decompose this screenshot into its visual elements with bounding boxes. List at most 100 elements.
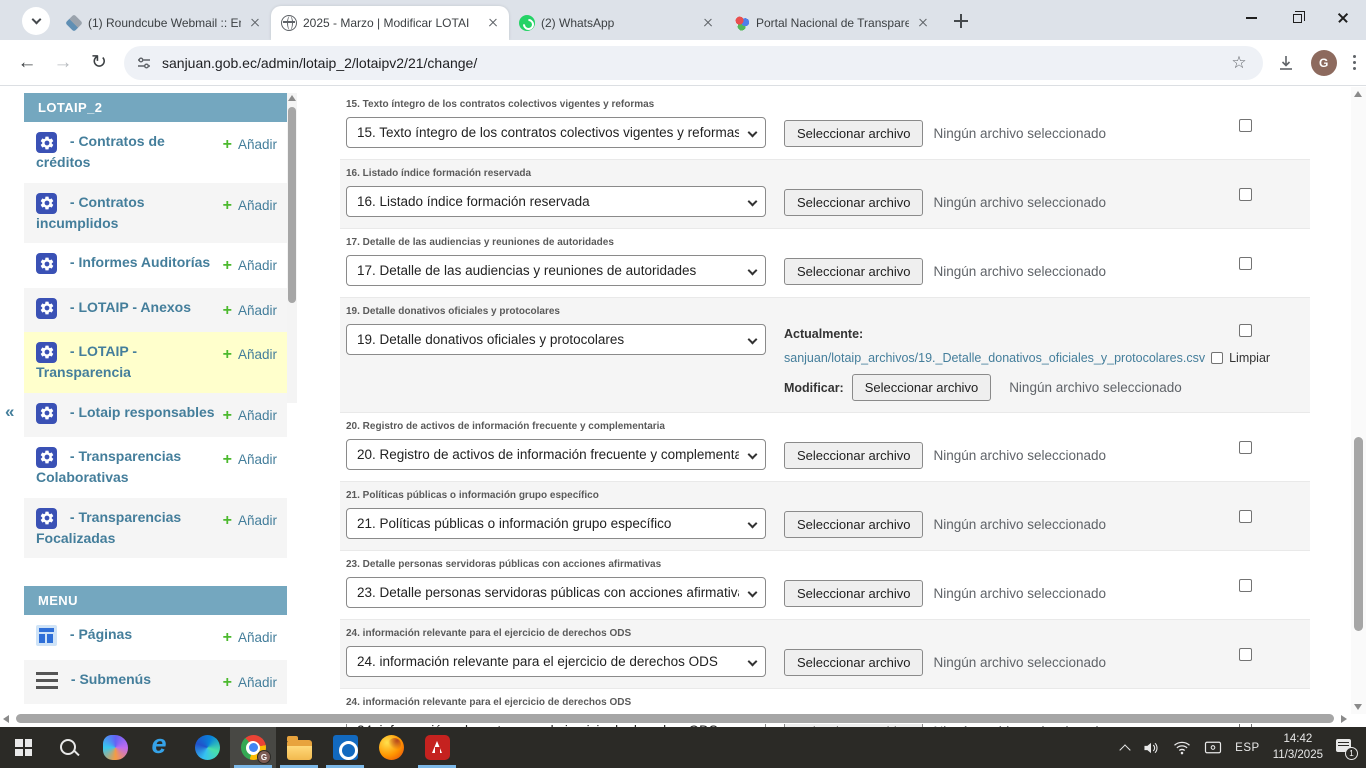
clear-checkbox[interactable] — [1211, 352, 1223, 364]
select-file-button[interactable]: Seleccionar archivo — [784, 442, 923, 469]
sidebar-item-label[interactable]: - Lotaip responsables — [70, 404, 215, 420]
add-link[interactable]: + Añadir — [223, 195, 277, 217]
browser-tab[interactable]: Portal Nacional de Transparenc — [724, 6, 939, 40]
add-link[interactable]: + Añadir — [223, 344, 277, 366]
add-link[interactable]: + Añadir — [223, 510, 277, 532]
scrollbar-thumb[interactable] — [16, 714, 1334, 723]
row-checkbox[interactable] — [1239, 579, 1252, 592]
scroll-up-arrow[interactable] — [1354, 91, 1362, 97]
item-select[interactable]: 24. información relevante para el ejerci… — [346, 646, 766, 677]
add-link[interactable]: + Añadir — [223, 134, 277, 156]
taskbar-chrome-button[interactable]: G — [230, 727, 276, 768]
tab-close-icon[interactable] — [700, 15, 716, 31]
sidebar-scrollbar[interactable] — [287, 93, 297, 403]
copilot-icon — [103, 735, 128, 760]
refresh-button[interactable]: ↻ — [84, 48, 114, 78]
row-checkbox[interactable] — [1239, 510, 1252, 523]
sidebar-section: MENU + Añadir - Páginas + Añadir - Subme… — [24, 586, 287, 704]
wifi-icon[interactable] — [1173, 740, 1191, 755]
language-indicator[interactable]: ESP — [1235, 742, 1260, 754]
select-file-button[interactable]: Seleccionar archivo — [784, 580, 923, 607]
scroll-right-arrow[interactable] — [1341, 715, 1347, 723]
taskbar-acrobat-button[interactable] — [414, 727, 460, 768]
restore-button[interactable] — [1274, 0, 1320, 36]
chevron-down-icon — [748, 335, 758, 345]
add-link[interactable]: + Añadir — [223, 672, 277, 694]
add-link[interactable]: + Añadir — [223, 300, 277, 322]
profile-avatar[interactable]: G — [1311, 50, 1337, 76]
sidebar-item-label[interactable]: - Transparencias Colaborativas — [36, 448, 181, 485]
sidebar-item-label[interactable]: - Submenús — [71, 671, 151, 687]
select-file-button[interactable]: Seleccionar archivo — [852, 374, 991, 401]
sidebar-item-label[interactable]: - Páginas — [70, 626, 132, 642]
scroll-up-arrow[interactable] — [288, 95, 296, 101]
forward-button[interactable]: → — [48, 48, 78, 78]
add-link[interactable]: + Añadir — [223, 405, 277, 427]
bookmark-star-icon[interactable]: ☆ — [1231, 53, 1246, 73]
browser-tab[interactable]: (1) Roundcube Webmail :: Entra — [56, 6, 271, 40]
sidebar-item-label[interactable]: - LOTAIP - Anexos — [70, 299, 191, 315]
taskbar-explorer-button[interactable] — [276, 727, 322, 768]
row-checkbox[interactable] — [1239, 648, 1252, 661]
chevron-down-icon — [748, 588, 758, 598]
add-link[interactable]: + Añadir — [223, 255, 277, 277]
volume-icon[interactable] — [1142, 740, 1160, 756]
taskbar-ie-button[interactable] — [138, 727, 184, 768]
row-checkbox[interactable] — [1239, 119, 1252, 132]
select-file-button[interactable]: Seleccionar archivo — [784, 649, 923, 676]
scrollbar-thumb[interactable] — [1354, 437, 1363, 631]
taskbar-outlook-button[interactable] — [322, 727, 368, 768]
row-checkbox[interactable] — [1239, 188, 1252, 201]
taskbar-search-button[interactable] — [46, 727, 92, 768]
taskbar-firefox-button[interactable] — [368, 727, 414, 768]
back-button[interactable]: ← — [12, 48, 42, 78]
add-link[interactable]: + Añadir — [223, 627, 277, 649]
display-icon[interactable] — [1204, 740, 1222, 755]
sidebar-collapse-button[interactable]: « — [5, 402, 14, 422]
browser-menu-icon[interactable] — [1353, 55, 1356, 70]
browser-tab[interactable]: 2025 - Marzo | Modificar LOTAI — [271, 6, 509, 40]
taskbar-start-button[interactable] — [0, 727, 46, 768]
sidebar-item-label[interactable]: - Transparencias Focalizadas — [36, 509, 181, 546]
current-file-link[interactable]: sanjuan/lotaip_archivos/19._Detalle_dona… — [784, 351, 1205, 365]
select-file-button[interactable]: Seleccionar archivo — [784, 189, 923, 216]
select-file-button[interactable]: Seleccionar archivo — [784, 258, 923, 285]
row-checkbox[interactable] — [1239, 324, 1252, 337]
tray-expand-icon[interactable] — [1120, 744, 1131, 755]
item-select[interactable]: 16. Listado índice formación reservada — [346, 186, 766, 217]
notification-center-icon[interactable]: 1 — [1336, 739, 1356, 757]
tab-close-icon[interactable] — [247, 15, 263, 31]
sidebar-item-label[interactable]: - Informes Auditorías — [70, 254, 210, 270]
scroll-left-arrow[interactable] — [3, 715, 9, 723]
select-file-button[interactable]: Seleccionar archivo — [784, 511, 923, 538]
close-button[interactable] — [1320, 0, 1366, 36]
row-checkbox[interactable] — [1239, 441, 1252, 454]
select-file-button[interactable]: Seleccionar archivo — [784, 120, 923, 147]
minimize-button[interactable] — [1228, 0, 1274, 36]
taskbar-clock[interactable]: 14:42 11/3/2025 — [1273, 732, 1323, 763]
item-select[interactable]: 21. Políticas públicas o información gru… — [346, 508, 766, 539]
new-tab-button[interactable] — [947, 7, 975, 35]
add-link[interactable]: + Añadir — [223, 449, 277, 471]
scrollbar-thumb[interactable] — [288, 107, 296, 303]
download-icon[interactable] — [1277, 54, 1295, 72]
item-select[interactable]: 15. Texto íntegro de los contratos colec… — [346, 117, 766, 148]
page-vertical-scrollbar[interactable] — [1351, 87, 1366, 714]
taskbar-copilot-button[interactable] — [92, 727, 138, 768]
tab-close-icon[interactable] — [915, 15, 931, 31]
tab-search-button[interactable] — [22, 7, 50, 35]
item-select[interactable]: 19. Detalle donativos oficiales y protoc… — [346, 324, 766, 355]
browser-tab[interactable]: (2) WhatsApp — [509, 6, 724, 40]
item-select[interactable]: 17. Detalle de las audiencias y reunione… — [346, 255, 766, 286]
taskbar-edge-button[interactable] — [184, 727, 230, 768]
item-select[interactable]: 20. Registro de activos de información f… — [346, 439, 766, 470]
row-checkbox[interactable] — [1239, 257, 1252, 270]
form-row: 16. Listado índice formación reservada 1… — [340, 160, 1310, 229]
clock-time: 14:42 — [1273, 732, 1323, 748]
address-bar[interactable]: sanjuan.gob.ec/admin/lotaip_2/lotaipv2/2… — [124, 46, 1263, 80]
scroll-down-arrow[interactable] — [1354, 704, 1362, 710]
page-horizontal-scrollbar[interactable] — [0, 713, 1350, 724]
sidebar-item: + Añadir - LOTAIP - Transparencia — [24, 332, 287, 393]
item-select[interactable]: 23. Detalle personas servidoras públicas… — [346, 577, 766, 608]
tab-close-icon[interactable] — [485, 15, 501, 31]
